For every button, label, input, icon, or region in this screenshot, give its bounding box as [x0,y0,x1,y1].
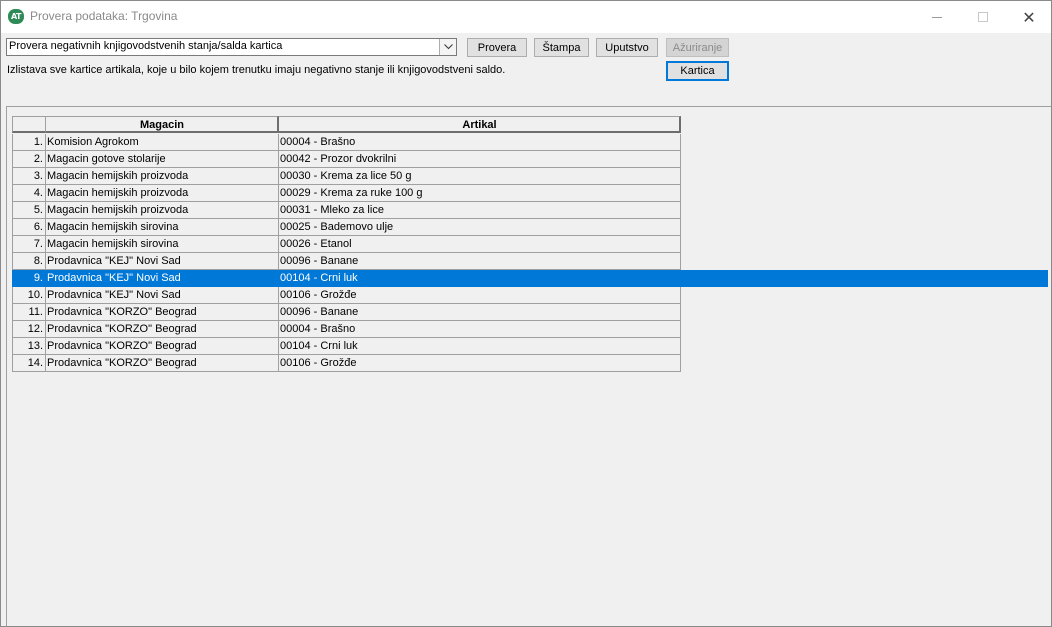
row-artikal[interactable]: 00004 - Brašno [279,134,681,151]
table-row[interactable]: 1. Komision Agrokom 00004 - Brašno [12,134,681,151]
table-row[interactable]: 7. Magacin hemijskih sirovina 00026 - Etan… [12,236,681,253]
header-index [12,116,46,133]
row-index[interactable]: 14. [12,355,46,372]
row-artikal[interactable]: 00004 - Brašno [279,321,681,338]
row-index[interactable]: 6. [12,219,46,236]
table-row[interactable]: 9. Prodavnica "KEJ" Novi Sad 00104 - Crni … [12,270,681,287]
header-magacin[interactable]: Magacin [46,116,279,133]
row-artikal[interactable]: 00031 - Mleko za lice [279,202,681,219]
row-artikal[interactable]: 00104 - Crni luk [279,270,681,287]
row-magacin[interactable]: Prodavnica "KEJ" Novi Sad [46,253,279,270]
row-index[interactable]: 7. [12,236,46,253]
check-type-dropdown[interactable]: Provera negativnih knjigovodstvenih stan… [6,38,457,56]
row-index[interactable]: 13. [12,338,46,355]
row-magacin[interactable]: Prodavnica "KEJ" Novi Sad [46,270,279,287]
row-artikal[interactable]: 00025 - Bademovo ulje [279,219,681,236]
table-row[interactable]: 3. Magacin hemijskih proizvoda 00030 - Kre… [12,168,681,185]
row-magacin[interactable]: Magacin hemijskih proizvoda [46,185,279,202]
main-window: AT Provera podataka: Trgovina ✕ Provera … [0,0,1052,627]
check-description: Izlistava sve kartice artikala, koje u b… [7,64,506,76]
table-row[interactable]: 11. Prodavnica "KORZO" Beograd 00096 - Ban… [12,304,681,321]
row-artikal[interactable]: 00029 - Krema za ruke 100 g [279,185,681,202]
update-button[interactable]: Ažuriranje [666,38,729,57]
row-magacin[interactable]: Prodavnica "KORZO" Beograd [46,338,279,355]
print-button[interactable]: Štampa [534,38,589,57]
row-index[interactable]: 2. [12,151,46,168]
table-row[interactable]: 6. Magacin hemijskih sirovina 00025 - Bade… [12,219,681,236]
row-magacin[interactable]: Magacin hemijskih proizvoda [46,202,279,219]
chevron-down-icon [443,44,453,50]
window-title: Provera podataka: Trgovina [30,9,178,23]
instructions-button[interactable]: Uputstvo [596,38,658,57]
table-row[interactable]: 10. Prodavnica "KEJ" Novi Sad 00106 - Grož… [12,287,681,304]
title-bar[interactable]: AT Provera podataka: Trgovina ✕ [1,1,1051,33]
table-header: Magacin Artikal [12,116,681,133]
table-row[interactable]: 2. Magacin gotove stolarije 00042 - Prozor… [12,151,681,168]
header-artikal[interactable]: Artikal [279,116,681,133]
table-row[interactable]: 8. Prodavnica "KEJ" Novi Sad 00096 - Banan… [12,253,681,270]
row-index[interactable]: 11. [12,304,46,321]
dropdown-arrow-button[interactable] [439,39,456,55]
check-type-value: Provera negativnih knjigovodstvenih stan… [9,40,283,52]
table-row[interactable]: 13. Prodavnica "KORZO" Beograd 00104 - Crn… [12,338,681,355]
row-artikal[interactable]: 00104 - Crni luk [279,338,681,355]
minimize-icon [932,16,942,18]
close-button[interactable]: ✕ [1006,1,1052,33]
row-artikal[interactable]: 00030 - Krema za lice 50 g [279,168,681,185]
row-magacin[interactable]: Prodavnica "KORZO" Beograd [46,321,279,338]
row-index[interactable]: 1. [12,134,46,151]
provera-button[interactable]: Provera [467,38,527,57]
close-icon: ✕ [1022,7,1036,27]
row-magacin[interactable]: Prodavnica "KEJ" Novi Sad [46,287,279,304]
row-magacin[interactable]: Magacin hemijskih sirovina [46,236,279,253]
row-index[interactable]: 3. [12,168,46,185]
row-index[interactable]: 8. [12,253,46,270]
row-index[interactable]: 4. [12,185,46,202]
row-index[interactable]: 12. [12,321,46,338]
results-grid-area[interactable]: Magacin Artikal 1. Komision Agrokom 00004 … [6,106,1051,626]
app-logo-icon: AT [8,9,24,24]
row-artikal[interactable]: 00042 - Prozor dvokrilni [279,151,681,168]
table-row[interactable]: 4. Magacin hemijskih proizvoda 00029 - Kre… [12,185,681,202]
row-magacin[interactable]: Komision Agrokom [46,134,279,151]
row-magacin[interactable]: Prodavnica "KORZO" Beograd [46,304,279,321]
row-magacin[interactable]: Prodavnica "KORZO" Beograd [46,355,279,372]
row-index[interactable]: 5. [12,202,46,219]
row-magacin[interactable]: Magacin gotove stolarije [46,151,279,168]
maximize-button[interactable] [960,1,1006,33]
selected-row-highlight[interactable] [681,270,1048,287]
table-row[interactable]: 5. Magacin hemijskih proizvoda 00031 - Mle… [12,202,681,219]
table-row[interactable]: 12. Prodavnica "KORZO" Beograd 00004 - Bra… [12,321,681,338]
row-artikal[interactable]: 00026 - Etanol [279,236,681,253]
row-magacin[interactable]: Magacin hemijskih sirovina [46,219,279,236]
maximize-icon [978,12,988,22]
row-index[interactable]: 9. [12,270,46,287]
kartica-button[interactable]: Kartica [666,61,729,81]
table-row[interactable]: 14. Prodavnica "KORZO" Beograd 00106 - Gro… [12,355,681,372]
row-artikal[interactable]: 00106 - Grožđe [279,355,681,372]
row-index[interactable]: 10. [12,287,46,304]
row-artikal[interactable]: 00096 - Banane [279,253,681,270]
minimize-button[interactable] [914,1,960,33]
row-artikal[interactable]: 00096 - Banane [279,304,681,321]
row-artikal[interactable]: 00106 - Grožđe [279,287,681,304]
row-magacin[interactable]: Magacin hemijskih proizvoda [46,168,279,185]
